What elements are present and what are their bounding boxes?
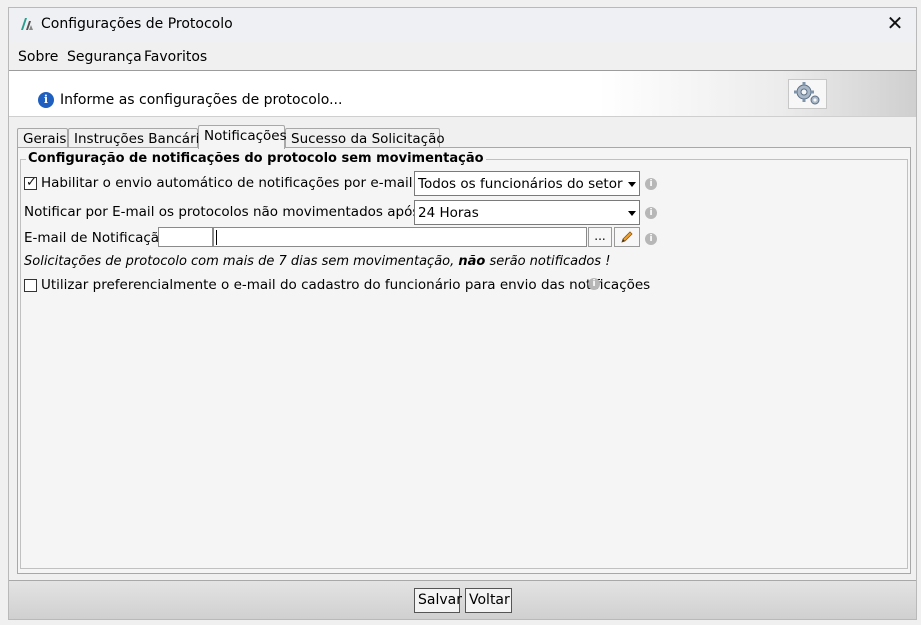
warning-message: Solicitações de protocolo com mais de 7 … [24,254,610,269]
help-icon[interactable]: i [588,278,600,290]
notifications-panel: Configuração de notificações do protocol… [17,147,911,574]
tab-gerais[interactable]: Gerais [17,128,68,148]
notify-after-label: Notificar por E-mail os protocolos não m… [24,204,424,220]
tab-label: Gerais [23,131,67,147]
menu-sobre[interactable]: Sobre [18,49,58,65]
group-title: Configuração de notificações do protocol… [26,151,486,166]
warning-prefix: Solicitações de protocolo com mais de 7 … [24,254,455,269]
chevron-down-icon [628,211,636,216]
help-icon[interactable]: i [645,178,657,190]
enable-notifications-label: Habilitar o envio automático de notifica… [41,175,452,191]
tab-label: Sucesso da Solicitação [291,131,445,147]
tab-label: Notificações [204,128,287,144]
browse-button[interactable]: ... [588,227,612,247]
tab-label: Instruções Bancárias [74,131,215,147]
notification-settings-group: Configuração de notificações do protocol… [20,151,908,569]
footer-bar: Salvar Voltar [9,580,916,619]
recipients-select-value: Todos os funcionários do setor [418,176,623,192]
gear-icon [794,82,820,105]
tab-instrucoes-bancarias[interactable]: Instruções Bancárias [68,128,215,148]
app-logo-icon [21,18,33,30]
notify-after-select[interactable]: 24 Horas [414,200,640,225]
menu-favoritos[interactable]: Favoritos [144,49,207,65]
back-button[interactable]: Voltar [465,588,512,613]
title-bar: Configurações de Protocolo ✕ [9,8,916,41]
settings-button[interactable] [788,79,827,109]
tab-notificacoes[interactable]: Notificações [198,125,287,149]
close-button[interactable]: ✕ [880,11,910,37]
help-icon[interactable]: i [645,233,657,245]
dialog-window: Configurações de Protocolo ✕ Sobre Segur… [8,7,917,620]
email-label: E-mail de Notificação: [24,230,172,246]
menu-seguranca[interactable]: Segurança [67,49,142,65]
info-icon: i [38,92,54,108]
info-banner: i Informe as configurações de protocolo.… [9,71,916,117]
info-text: Informe as configurações de protocolo... [60,92,343,108]
warning-suffix: serão notificados ! [489,254,611,269]
help-icon[interactable]: i [645,207,657,219]
email-code-input[interactable] [158,227,213,247]
recipients-select[interactable]: Todos os funcionários do setor [414,171,640,196]
warning-bold: não [458,254,486,269]
save-button[interactable]: Salvar [414,588,462,613]
menu-bar: Sobre Segurança Favoritos [9,41,916,71]
edit-email-button[interactable] [614,227,640,247]
window-title: Configurações de Protocolo [41,16,233,32]
chevron-down-icon [628,182,636,187]
text-caret [216,230,217,245]
enable-notifications-checkbox[interactable]: ✓ [24,175,37,190]
prefer-employee-email-label: Utilizar preferencialmente o e-mail do c… [41,277,651,293]
pencil-icon [621,231,633,243]
email-input[interactable] [213,227,587,247]
notify-after-select-value: 24 Horas [418,205,479,221]
save-button-label: Salvar [418,592,462,608]
back-button-label: Voltar [469,592,510,608]
prefer-employee-email-checkbox[interactable] [24,279,37,292]
check-icon: ✓ [26,175,37,190]
tab-sucesso-da-solicitacao[interactable]: Sucesso da Solicitação [285,128,445,148]
